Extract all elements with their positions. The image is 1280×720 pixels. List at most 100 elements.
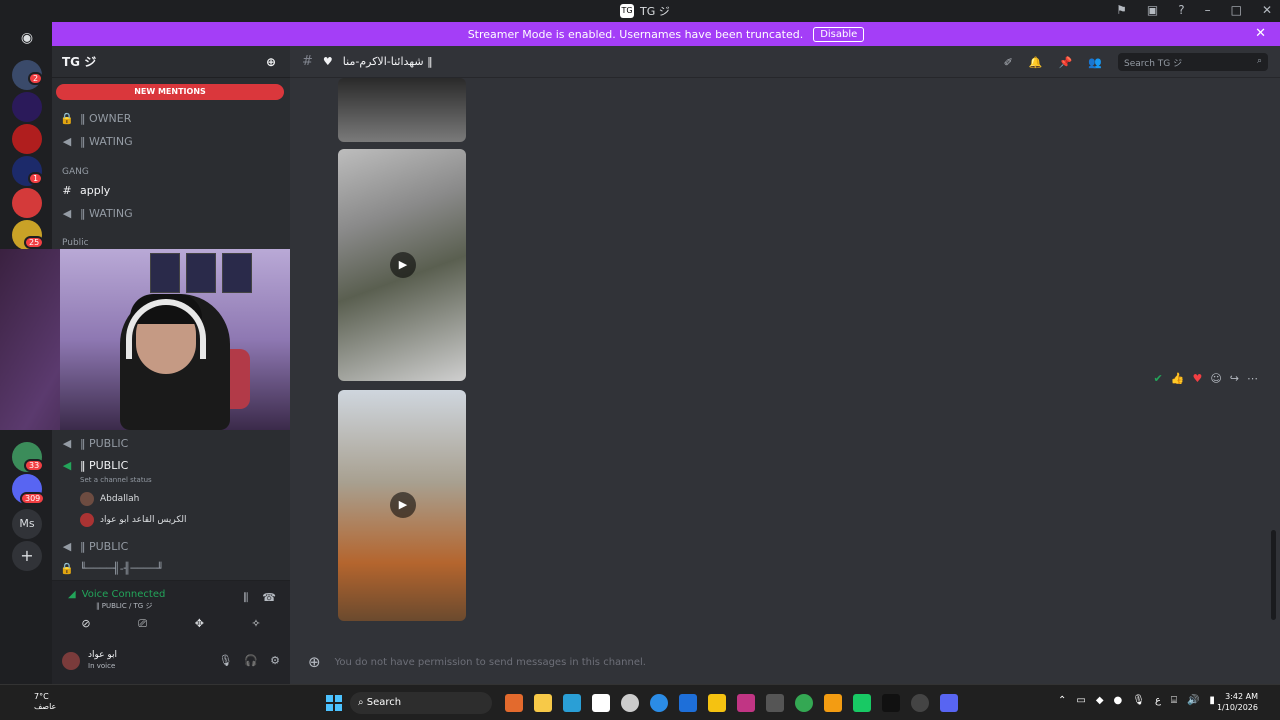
search-input[interactable]: Search TG ジ ⌕ <box>1118 53 1268 71</box>
pin-icon[interactable]: 📌 <box>1059 56 1073 69</box>
disconnect-icon[interactable]: ☎ <box>262 591 276 605</box>
tray-icon[interactable]: ◆ <box>1096 695 1104 706</box>
battery-icon[interactable]: ▮ <box>1209 695 1215 706</box>
obs-icon[interactable] <box>911 694 929 712</box>
channel-wating-2[interactable]: ◀ ‖ WATING <box>60 203 284 223</box>
video-attachment[interactable]: ▶ <box>338 390 466 621</box>
discord-home-icon[interactable]: ◉ <box>14 30 40 50</box>
taskbar-search[interactable]: ⌕ Search <box>350 692 492 714</box>
poster-image <box>150 253 180 293</box>
voice-controls: ⫼ ☎ <box>243 591 276 605</box>
play-icon[interactable]: ▶ <box>390 492 416 518</box>
play-icon[interactable]: ▶ <box>390 252 416 278</box>
reply-icon[interactable]: ↪ <box>1230 372 1239 385</box>
heart-icon: ♥ <box>322 55 333 68</box>
heart-reaction-icon[interactable]: ♥ <box>1192 372 1202 385</box>
tiktok-icon[interactable] <box>882 694 900 712</box>
weather-desc: عاصف <box>34 702 57 711</box>
server-icon[interactable] <box>12 92 42 122</box>
channel-public-3[interactable]: ◀ ‖ PUBLIC <box>60 536 284 556</box>
voice-connected[interactable]: ◢ Voice Connected <box>68 589 165 600</box>
soundboard-button[interactable]: ✧ <box>232 617 280 635</box>
app-icon[interactable] <box>766 694 784 712</box>
help-icon[interactable]: ? <box>1178 3 1184 17</box>
maximize-button[interactable]: □ <box>1231 3 1242 17</box>
network-icon[interactable]: ⌸ <box>1171 695 1177 706</box>
channel-apply[interactable]: # apply <box>60 180 284 200</box>
activities-button[interactable]: ✥ <box>175 617 223 635</box>
app-icon[interactable] <box>592 694 610 712</box>
clock[interactable]: 3:42 AM 1/10/2026 <box>1217 691 1258 713</box>
file-explorer-icon[interactable] <box>708 694 726 712</box>
category-gang[interactable]: GANG <box>62 167 89 177</box>
scrollbar[interactable] <box>1271 530 1276 620</box>
bell-icon[interactable]: 🔔 <box>1029 56 1043 69</box>
speaker-icon: ◀ <box>62 539 72 553</box>
more-icon[interactable]: ⋯ <box>1247 372 1258 385</box>
settings-gear-icon[interactable]: ⚙ <box>270 654 280 667</box>
channel-label: ‖ PUBLIC <box>80 458 129 472</box>
screen-share-icon[interactable]: ▣ <box>1147 3 1158 17</box>
discord-icon[interactable] <box>940 694 958 712</box>
add-attachment-icon[interactable]: ⊕ <box>308 653 321 671</box>
app-icon[interactable] <box>534 694 552 712</box>
threads-icon[interactable]: ✐ <box>1004 56 1013 69</box>
app-icon[interactable] <box>563 694 581 712</box>
tray-icon[interactable]: ● <box>1114 695 1123 706</box>
add-server-icon[interactable]: + <box>12 541 42 571</box>
server-icon[interactable] <box>12 124 42 154</box>
app-icon[interactable] <box>505 694 523 712</box>
video-attachment[interactable]: ▶ <box>338 149 466 381</box>
camera-off-button[interactable]: ⊘ <box>62 617 110 635</box>
app-icon[interactable] <box>824 694 842 712</box>
noise-suppression-icon[interactable]: ⫼ <box>243 591 248 605</box>
new-mentions-pill[interactable]: NEW MENTIONS <box>56 84 284 100</box>
chrome-icon[interactable] <box>795 694 813 712</box>
media-attachment[interactable] <box>338 78 466 142</box>
minimize-button[interactable]: – <box>1205 3 1211 17</box>
system-tray: ⌃ ▭ ◆ ● 🎙 ع ⌸ 🔊 ▮ <box>1058 695 1215 706</box>
screen-share-button[interactable]: ⎚ <box>119 617 167 635</box>
chevron-up-icon[interactable]: ⌃ <box>1058 695 1066 706</box>
channel-owner[interactable]: 🔒 ‖ OWNER <box>60 108 284 128</box>
channel-public[interactable]: ◀ ‖ PUBLIC <box>60 433 284 453</box>
voice-member[interactable]: الكريس القاعد ابو عواد <box>80 513 187 527</box>
members-icon[interactable]: 👥 <box>1088 56 1102 69</box>
check-reaction-icon[interactable]: ✔ <box>1154 372 1163 385</box>
user-status: In voice <box>88 662 116 670</box>
thumbs-up-reaction-icon[interactable]: 👍 <box>1171 372 1185 385</box>
server-header[interactable]: TG ジ ⊕ <box>52 46 290 78</box>
avatar[interactable] <box>62 652 80 670</box>
start-button[interactable] <box>326 695 342 711</box>
instagram-icon[interactable] <box>737 694 755 712</box>
mic-icon[interactable]: 🎙 <box>1132 695 1145 706</box>
channel-wating[interactable]: ◀ ‖ WATING <box>60 131 284 151</box>
chatgpt-icon[interactable] <box>621 694 639 712</box>
close-icon[interactable]: ✕ <box>1255 26 1266 41</box>
set-channel-status[interactable]: Set a channel status <box>80 476 152 484</box>
server-icon[interactable] <box>12 188 42 218</box>
mic-icon[interactable]: 🎙 <box>218 654 232 667</box>
language-icon[interactable]: ع <box>1155 695 1161 706</box>
time: 3:42 AM <box>1225 692 1258 701</box>
disable-button[interactable]: Disable <box>813 26 865 42</box>
channel-bottom[interactable]: 🔒 ╙────╢-╢────╜ <box>60 558 284 578</box>
message-actions: ✔ 👍 ♥ ☺ ↪ ⋯ <box>1154 372 1258 385</box>
tray-icon[interactable]: ▭ <box>1076 695 1085 706</box>
app-icon[interactable] <box>679 694 697 712</box>
message-composer[interactable]: ⊕ You do not have permission to send mes… <box>302 649 1268 675</box>
add-reaction-icon[interactable]: ☺ <box>1210 372 1221 385</box>
close-window-button[interactable]: ✕ <box>1262 3 1272 17</box>
channel-public-active[interactable]: ◀ ‖ PUBLIC <box>60 455 284 475</box>
date: 1/10/2026 <box>1216 703 1258 712</box>
weather-widget[interactable]: 7°C عاصف <box>34 692 56 712</box>
invite-icon[interactable]: ⊕ <box>266 55 276 69</box>
inbox-icon[interactable]: ⚑ <box>1116 3 1127 17</box>
category-public[interactable]: Public <box>62 238 89 248</box>
voice-member[interactable]: Abdallah <box>80 492 139 506</box>
volume-icon[interactable]: 🔊 <box>1187 695 1199 706</box>
app-icon[interactable] <box>853 694 871 712</box>
server-ms[interactable]: Ms <box>12 509 42 539</box>
headphones-icon[interactable]: 🎧 <box>244 654 258 667</box>
edge-icon[interactable] <box>650 694 668 712</box>
